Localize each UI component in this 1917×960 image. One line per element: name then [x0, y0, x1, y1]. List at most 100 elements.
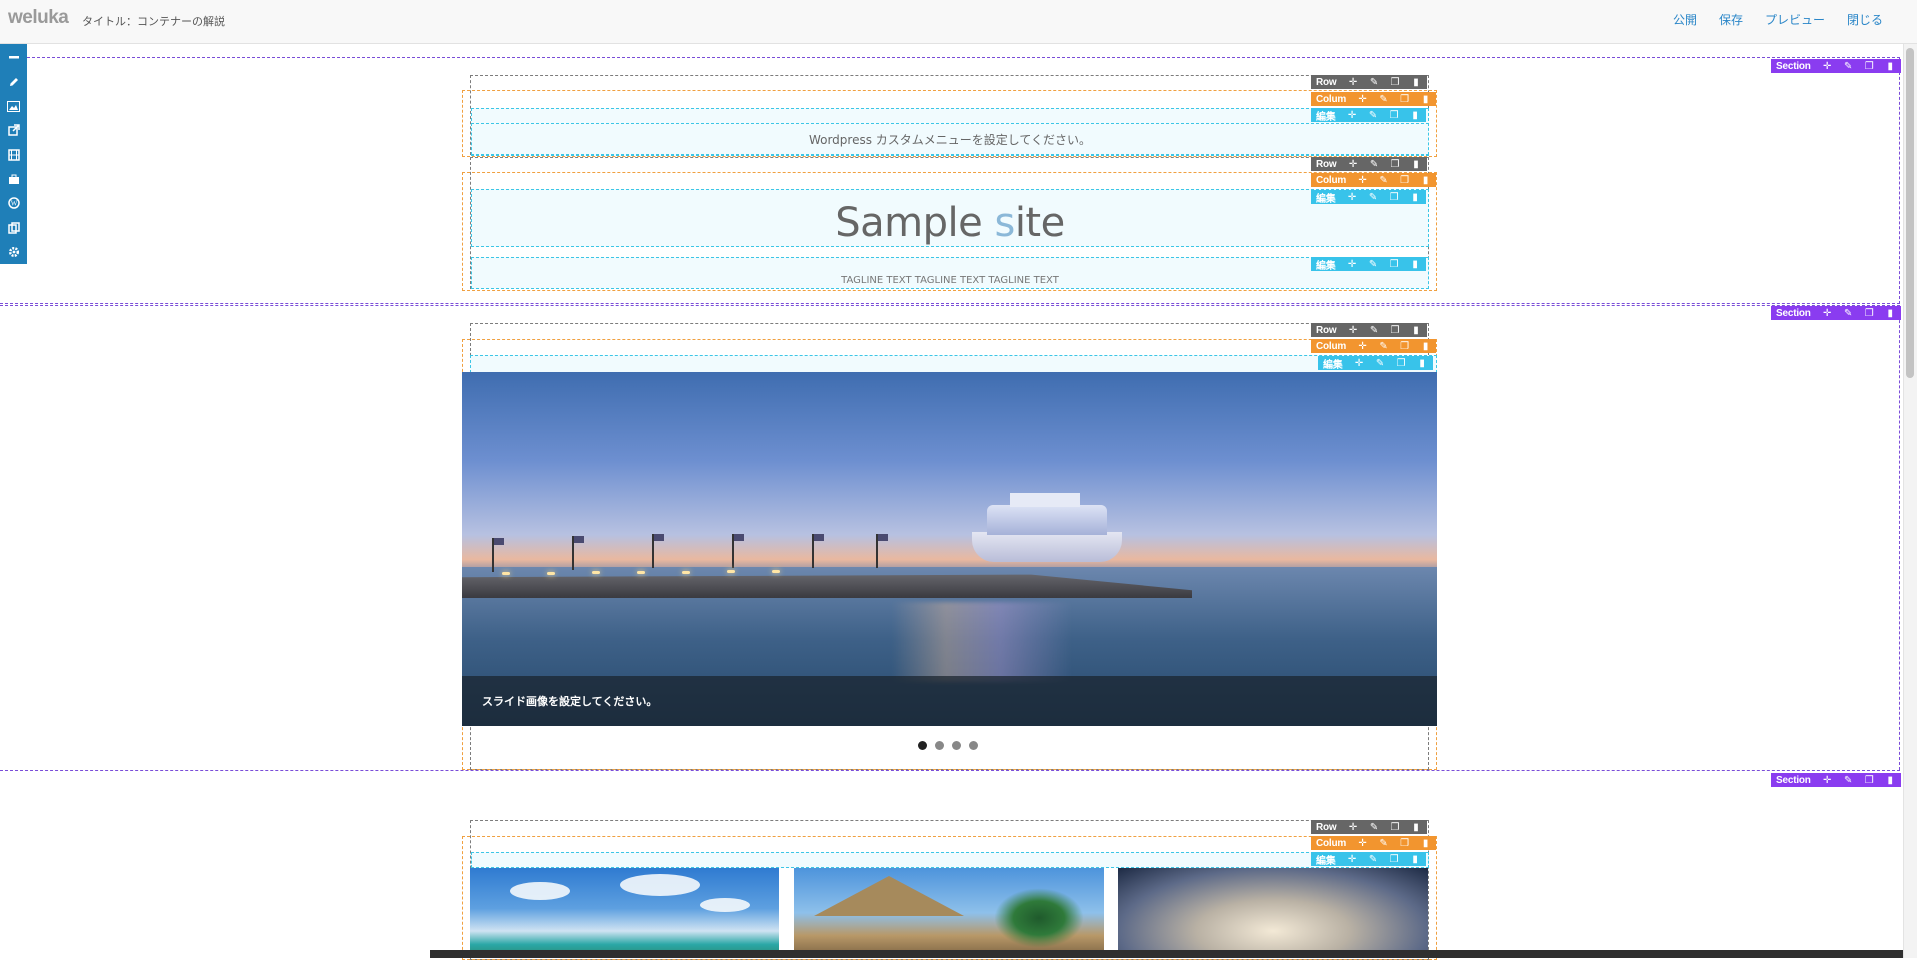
save-button[interactable]: 保存: [1719, 11, 1743, 28]
copy-icon[interactable]: ❐: [1859, 775, 1880, 786]
external-link-icon[interactable]: [0, 119, 27, 141]
copy-icon[interactable]: ❐: [1394, 175, 1415, 186]
row-control-bar[interactable]: Row ✛ ✎ ❐ ▮: [1311, 323, 1427, 337]
move-icon[interactable]: ✛: [1342, 854, 1363, 865]
wrench-icon[interactable]: ✎: [1364, 77, 1385, 88]
section-control-bar[interactable]: Section ✛ ✎ ❐ ▮: [1771, 59, 1901, 73]
move-icon[interactable]: ✛: [1343, 159, 1364, 170]
move-icon[interactable]: ✛: [1343, 77, 1364, 88]
column-control-bar[interactable]: Colum ✛ ✎ ❐ ▮: [1311, 836, 1437, 850]
wrench-icon[interactable]: ✎: [1373, 94, 1394, 105]
trash-icon[interactable]: ▮: [1415, 341, 1436, 352]
scrollbar-thumb[interactable]: [1906, 48, 1914, 378]
trash-icon[interactable]: ▮: [1880, 61, 1901, 72]
element-control-bar[interactable]: 編集 ✛ ✎ ❐ ▮: [1311, 190, 1426, 205]
slide-dot[interactable]: [969, 741, 978, 750]
wrench-icon[interactable]: ✎: [1363, 110, 1384, 121]
minus-icon[interactable]: [0, 46, 27, 68]
move-icon[interactable]: ✛: [1342, 192, 1363, 203]
trash-icon[interactable]: ▮: [1406, 325, 1427, 336]
wrench-icon[interactable]: ✎: [1373, 175, 1394, 186]
wrench-icon[interactable]: ✎: [1363, 259, 1384, 270]
image-slider[interactable]: スライド画像を設定してください。: [462, 372, 1437, 726]
wrench-icon[interactable]: ✎: [1373, 341, 1394, 352]
copy-icon[interactable]: ❐: [1384, 192, 1405, 203]
row-control-bar[interactable]: Row ✛ ✎ ❐ ▮: [1311, 157, 1427, 171]
trash-icon[interactable]: ▮: [1880, 308, 1901, 319]
section-control-bar[interactable]: Section ✛ ✎ ❐ ▮: [1771, 306, 1901, 320]
copy-icon[interactable]: [0, 217, 27, 239]
move-icon[interactable]: ✛: [1817, 308, 1838, 319]
column-control-bar[interactable]: Colum ✛ ✎ ❐ ▮: [1311, 92, 1437, 106]
move-icon[interactable]: ✛: [1352, 838, 1373, 849]
slide-dot[interactable]: [935, 741, 944, 750]
trash-icon[interactable]: ▮: [1880, 775, 1901, 786]
site-title[interactable]: Sample site: [471, 200, 1429, 246]
image-icon[interactable]: [0, 95, 27, 117]
copy-icon[interactable]: ❐: [1859, 61, 1880, 72]
wrench-icon[interactable]: ✎: [1364, 159, 1385, 170]
copy-icon[interactable]: ❐: [1385, 159, 1406, 170]
move-icon[interactable]: ✛: [1352, 94, 1373, 105]
element-control-bar[interactable]: 編集 ✛ ✎ ❐ ▮: [1311, 257, 1426, 272]
wrench-icon[interactable]: ✎: [1838, 308, 1859, 319]
wrench-icon[interactable]: ✎: [1838, 61, 1859, 72]
copy-icon[interactable]: ❐: [1385, 77, 1406, 88]
beach-image[interactable]: [470, 868, 779, 958]
copy-icon[interactable]: ❐: [1384, 259, 1405, 270]
preview-button[interactable]: プレビュー: [1765, 11, 1825, 28]
move-icon[interactable]: ✛: [1343, 822, 1364, 833]
move-icon[interactable]: ✛: [1352, 341, 1373, 352]
trash-icon[interactable]: ▮: [1405, 110, 1426, 121]
trash-icon[interactable]: ▮: [1415, 175, 1436, 186]
move-icon[interactable]: ✛: [1343, 325, 1364, 336]
trash-icon[interactable]: ▮: [1406, 822, 1427, 833]
wrench-icon[interactable]: ✎: [1364, 822, 1385, 833]
row-control-bar[interactable]: Row ✛ ✎ ❐ ▮: [1311, 75, 1427, 89]
move-icon[interactable]: ✛: [1352, 175, 1373, 186]
trash-icon[interactable]: ▮: [1405, 192, 1426, 203]
copy-icon[interactable]: ❐: [1391, 358, 1412, 369]
close-button[interactable]: 閉じる: [1847, 11, 1883, 28]
section-control-bar[interactable]: Section ✛ ✎ ❐ ▮: [1771, 773, 1901, 787]
trash-icon[interactable]: ▮: [1406, 77, 1427, 88]
wrench-icon[interactable]: ✎: [1838, 775, 1859, 786]
film-icon[interactable]: [0, 144, 27, 166]
wrench-icon[interactable]: ✎: [1364, 325, 1385, 336]
publish-button[interactable]: 公開: [1673, 11, 1697, 28]
copy-icon[interactable]: ❐: [1384, 854, 1405, 865]
hut-image[interactable]: [794, 868, 1104, 958]
column-control-bar[interactable]: Colum ✛ ✎ ❐ ▮: [1311, 339, 1437, 353]
move-icon[interactable]: ✛: [1817, 61, 1838, 72]
wrench-icon[interactable]: ✎: [1373, 838, 1394, 849]
move-icon[interactable]: ✛: [1349, 358, 1370, 369]
briefcase-icon[interactable]: [0, 168, 27, 190]
trash-icon[interactable]: ▮: [1405, 259, 1426, 270]
column-control-bar[interactable]: Colum ✛ ✎ ❐ ▮: [1311, 173, 1437, 187]
trash-icon[interactable]: ▮: [1415, 838, 1436, 849]
trash-icon[interactable]: ▮: [1415, 94, 1436, 105]
trash-icon[interactable]: ▮: [1406, 159, 1427, 170]
trash-icon[interactable]: ▮: [1405, 854, 1426, 865]
wordpress-icon[interactable]: W: [0, 192, 27, 214]
slide-dot[interactable]: [952, 741, 961, 750]
wrench-icon[interactable]: ✎: [1363, 854, 1384, 865]
copy-icon[interactable]: ❐: [1394, 341, 1415, 352]
element-control-bar[interactable]: 編集 ✛ ✎ ❐ ▮: [1318, 356, 1433, 371]
element-control-bar[interactable]: 編集 ✛ ✎ ❐ ▮: [1311, 852, 1426, 867]
copy-icon[interactable]: ❐: [1385, 325, 1406, 336]
move-icon[interactable]: ✛: [1342, 259, 1363, 270]
pencil-icon[interactable]: [0, 71, 27, 93]
wrench-icon[interactable]: ✎: [1370, 358, 1391, 369]
trash-icon[interactable]: ▮: [1412, 358, 1433, 369]
interior-image[interactable]: [1118, 868, 1428, 958]
row-control-bar[interactable]: Row ✛ ✎ ❐ ▮: [1311, 820, 1427, 834]
slide-dot[interactable]: [918, 741, 927, 750]
move-icon[interactable]: ✛: [1342, 110, 1363, 121]
copy-icon[interactable]: ❐: [1384, 110, 1405, 121]
gear-icon[interactable]: [0, 241, 27, 263]
wrench-icon[interactable]: ✎: [1363, 192, 1384, 203]
element-control-bar[interactable]: 編集 ✛ ✎ ❐ ▮: [1311, 108, 1426, 123]
move-icon[interactable]: ✛: [1817, 775, 1838, 786]
copy-icon[interactable]: ❐: [1394, 94, 1415, 105]
